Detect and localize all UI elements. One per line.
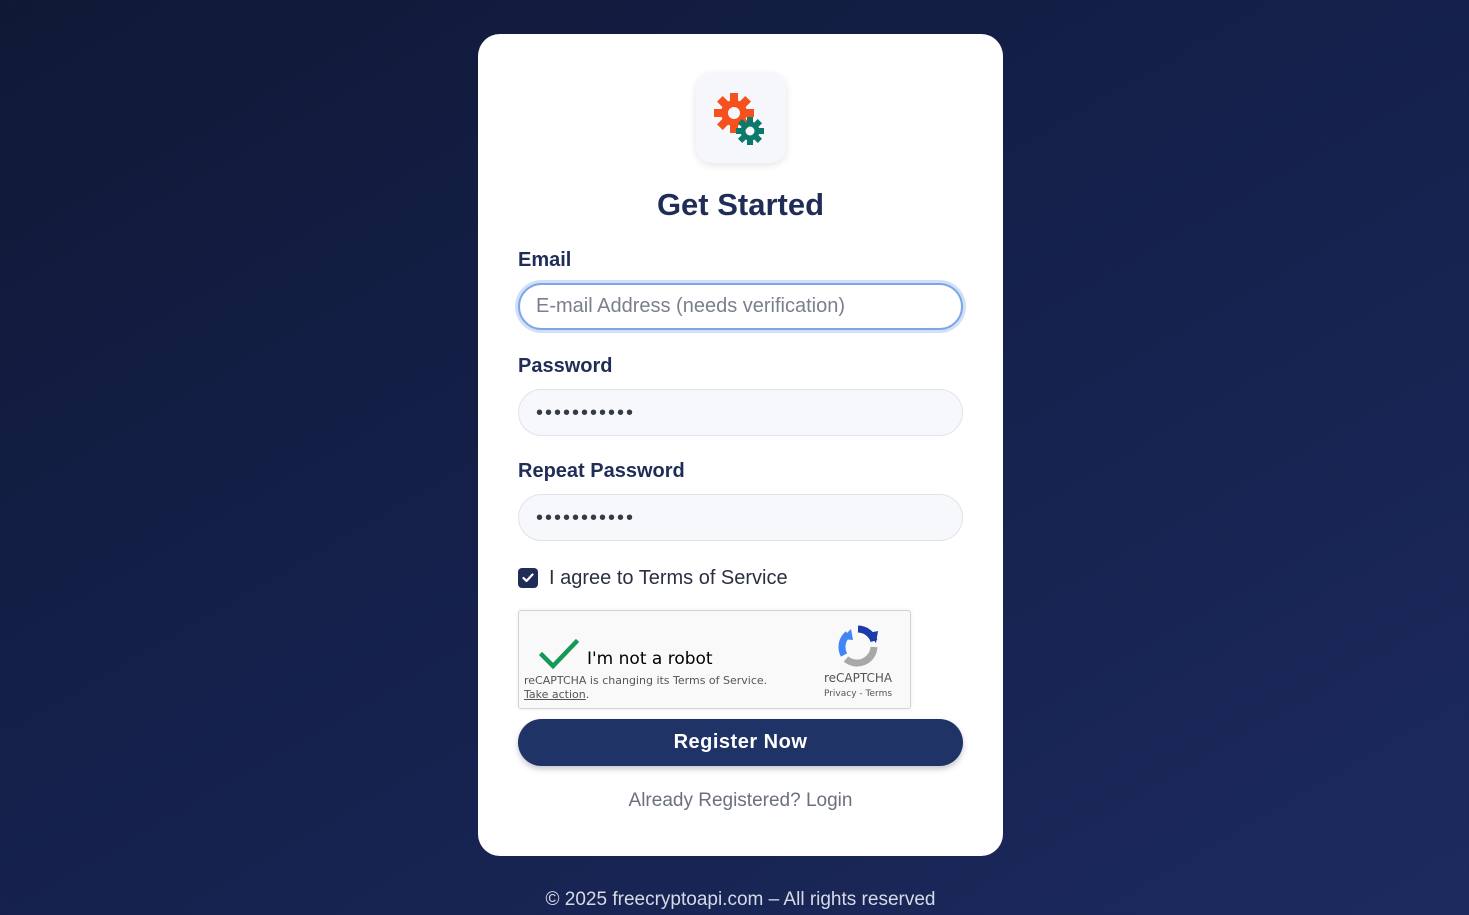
recaptcha-widget: I'm not a robot reCAPTCHA is changing it… — [518, 610, 911, 709]
email-input[interactable] — [518, 283, 963, 330]
recaptcha-notice-text: reCAPTCHA is changing its Terms of Servi… — [524, 674, 768, 687]
recaptcha-terms-link[interactable]: Terms — [866, 689, 893, 699]
recaptcha-privacy-link[interactable]: Privacy — [824, 689, 857, 699]
recaptcha-logo-icon — [838, 625, 878, 667]
green-check-icon[interactable] — [539, 638, 579, 670]
password-mask: ••••••••••• — [536, 402, 636, 424]
repeat-password-input[interactable]: ••••••••••• — [518, 494, 963, 541]
recaptcha-brand: reCAPTCHA — [823, 671, 893, 685]
footer-copyright: © 2025 freecryptoapi.com – All rights re… — [545, 889, 936, 910]
password-input[interactable]: ••••••••••• — [518, 389, 963, 436]
repeat-password-label: Repeat Password — [518, 460, 685, 482]
recaptcha-label: I'm not a robot — [587, 649, 713, 669]
recaptcha-take-action-link[interactable]: Take action — [524, 688, 586, 701]
register-card: Get Started Email Password ••••••••••• R… — [478, 34, 1003, 856]
recaptcha-links: Privacy - Terms — [807, 689, 909, 699]
password-label: Password — [518, 355, 613, 377]
terms-checkbox[interactable] — [518, 568, 538, 588]
login-link[interactable]: Already Registered? Login — [478, 790, 1003, 812]
recaptcha-notice: reCAPTCHA is changing its Terms of Servi… — [524, 674, 768, 701]
page-title: Get Started — [656, 187, 825, 222]
check-icon — [522, 573, 534, 583]
repeat-password-mask: ••••••••••• — [536, 507, 636, 529]
app-logo — [696, 73, 786, 163]
terms-label[interactable]: I agree to Terms of Service — [549, 567, 788, 590]
terms-agreement: I agree to Terms of Service — [518, 566, 788, 590]
register-button[interactable]: Register Now — [518, 719, 963, 766]
email-label: Email — [518, 249, 572, 271]
gears-icon — [714, 93, 764, 145]
